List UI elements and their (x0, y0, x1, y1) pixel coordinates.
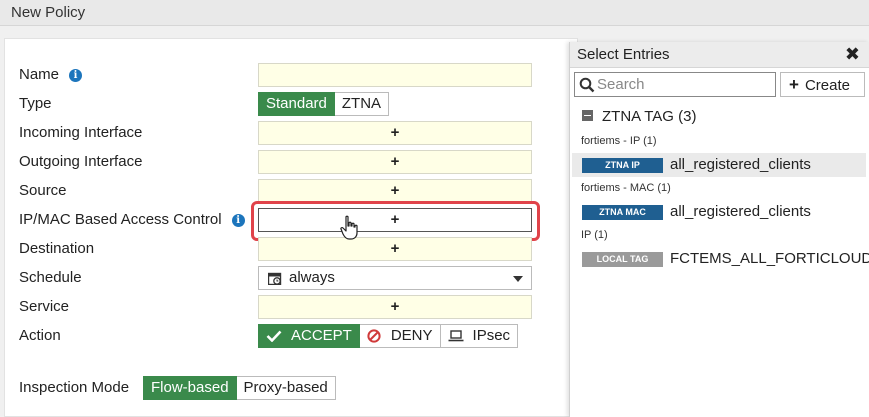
incoming-interface-field[interactable]: + (258, 121, 532, 145)
action-label: Action (19, 327, 61, 344)
source-field[interactable]: + (258, 179, 532, 203)
hand-cursor-icon (340, 215, 358, 240)
inspection-mode-toggle: Flow-based Proxy-based (143, 376, 336, 400)
entry-name: all_registered_clients (670, 156, 811, 173)
panel-header: Select Entries ✖ (570, 42, 869, 68)
type-standard-option[interactable]: Standard (258, 92, 335, 116)
section-label: fortiems - IP (1) (581, 135, 657, 147)
inspection-proxy-option[interactable]: Proxy-based (236, 376, 336, 400)
incoming-interface-label: Incoming Interface (19, 124, 143, 141)
page-header: New Policy (0, 0, 869, 26)
list-item[interactable]: ZTNA MAC all_registered_clients (572, 200, 866, 224)
action-toggle: ACCEPT DENY IPsec (258, 324, 519, 348)
search-icon (579, 77, 595, 93)
action-accept-option[interactable]: ACCEPT (258, 324, 360, 348)
source-label: Source (19, 182, 67, 199)
entry-name: FCTEMS_ALL_FORTICLOUD_S (670, 250, 869, 267)
deny-icon (367, 329, 381, 343)
search-box (574, 72, 776, 97)
page-title: New Policy (11, 4, 86, 21)
inspection-mode-label: Inspection Mode (19, 379, 130, 396)
search-input[interactable] (597, 75, 772, 94)
section-label: fortiems - MAC (1) (581, 182, 671, 194)
laptop-icon (448, 330, 464, 342)
tag-badge: ZTNA IP (582, 158, 663, 173)
action-ipsec-option[interactable]: IPsec (440, 324, 519, 348)
tag-badge: LOCAL TAG (582, 252, 663, 267)
chevron-down-icon (513, 276, 523, 282)
type-ztna-option[interactable]: ZTNA (334, 92, 390, 116)
create-button[interactable]: + Create (780, 72, 865, 97)
check-icon (266, 330, 282, 342)
select-entries-panel: Select Entries ✖ +Create ZTNA TAG (3) fo… (569, 42, 869, 417)
info-icon[interactable]: i (231, 214, 245, 227)
service-field[interactable]: + (258, 295, 532, 319)
ztna-tag-group[interactable]: ZTNA TAG (3) (582, 108, 696, 125)
action-deny-option[interactable]: DENY (359, 324, 441, 348)
plus-icon: + (789, 75, 799, 94)
outgoing-interface-field[interactable]: + (258, 150, 532, 174)
type-label: Type (19, 95, 52, 112)
destination-label: Destination (19, 240, 95, 257)
inspection-flow-option[interactable]: Flow-based (143, 376, 237, 400)
section-label: IP (1) (581, 229, 608, 241)
collapse-icon (582, 110, 593, 121)
name-label: Name i (19, 66, 83, 83)
ipmac-access-control-label: IP/MAC Based Access Control i (19, 211, 245, 228)
tag-badge: ZTNA MAC (582, 205, 663, 220)
schedule-icon (268, 272, 282, 285)
type-toggle: Standard ZTNA (258, 92, 390, 116)
outgoing-interface-label: Outgoing Interface (19, 153, 143, 170)
highlight-box (251, 201, 540, 241)
close-icon[interactable]: ✖ (845, 44, 860, 65)
destination-field[interactable]: + (258, 237, 532, 261)
name-input[interactable] (258, 63, 532, 87)
schedule-select[interactable]: always (258, 266, 532, 290)
entry-name: all_registered_clients (670, 203, 811, 220)
schedule-label: Schedule (19, 269, 82, 286)
info-icon[interactable]: i (69, 69, 83, 82)
schedule-value: always (289, 269, 335, 286)
list-item[interactable]: ZTNA IP all_registered_clients (572, 153, 866, 177)
panel-title: Select Entries (577, 46, 670, 63)
list-item[interactable]: LOCAL TAG FCTEMS_ALL_FORTICLOUD_S (572, 247, 869, 271)
service-label: Service (19, 298, 70, 315)
